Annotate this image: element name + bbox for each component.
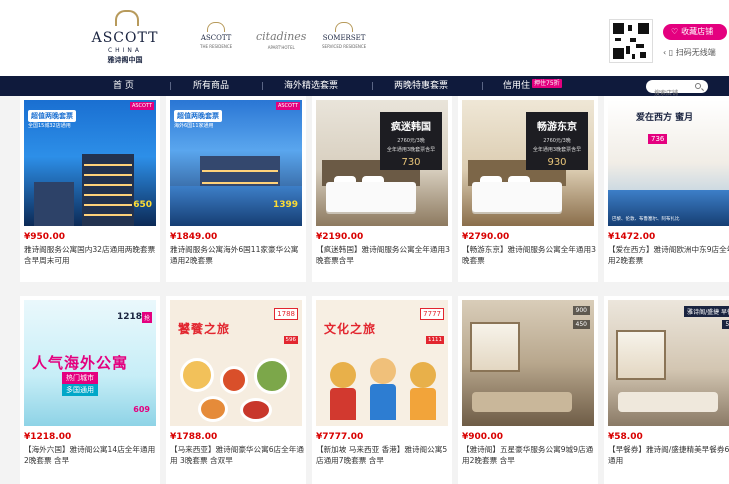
ascott-residence-logo: ASCOTT THE RESIDENCE — [200, 22, 232, 49]
nav-credit-stay[interactable]: 信用住 押住75折 — [503, 76, 562, 96]
product-image[interactable]: 畅游东京 2760元/3晚 全年通用3晚套票含早 930 — [462, 100, 594, 226]
phone-icon: ▯ — [668, 48, 674, 57]
product-card[interactable]: 7777 文化之旅 1111 ¥7777.00 【新加坡 马来西亚 香港】雅诗阁… — [312, 296, 452, 484]
product-image[interactable]: 1218 抢 人气海外公寓 热门城市 多国通用 609 — [24, 300, 156, 426]
product-card[interactable]: 疯迷韩国 2760元/3晚 全年通用3晚套票含早 730 ¥2190.00 【疯… — [312, 96, 452, 282]
product-image[interactable]: 爱在西方 蜜月 736 巴黎、伦敦、布鲁塞尔、阿布扎比 — [608, 100, 729, 226]
product-card[interactable]: 900 450 ¥900.00 【雅诗阁】五星豪华服务公寓9城9店通用2晚套票 … — [458, 296, 598, 484]
product-card[interactable]: 畅游东京 2760元/3晚 全年通用3晚套票含早 930 ¥2790.00 【畅… — [458, 96, 598, 282]
store-header: ASCOTT CHINA 雅诗阁中国 ASCOTT THE RESIDENCE … — [0, 0, 729, 76]
nav-divider — [170, 82, 171, 90]
product-title[interactable]: 雅诗阁服务公寓国内32店通用两晚套票 含早周末可用 — [24, 244, 158, 266]
promo-badge: 押住75折 — [532, 79, 562, 88]
product-price: ¥1472.00 — [608, 232, 656, 242]
product-price: ¥2790.00 — [462, 232, 510, 242]
product-image[interactable]: 1788 饕餮之旅 596 — [170, 300, 302, 426]
product-title[interactable]: 雅诗阁服务公寓海外6国11家豪华公寓通用2晚套票 — [170, 244, 304, 266]
product-price: ¥1849.00 — [170, 232, 218, 242]
nav-divider — [262, 82, 263, 90]
store-nav-bar: 首 页 所有商品 海外精选套票 两晚特惠套票 信用住 押住75折 — [0, 76, 729, 100]
nav-home[interactable]: 首 页 — [113, 76, 134, 96]
brand-name: ASCOTT — [91, 30, 159, 46]
somerset-logo: SOMERSET SERVICED RESIDENCE — [322, 22, 366, 49]
product-card[interactable]: ASCOTT 超值两晚套票 海外6国11家通用 1399 ¥1849.00 雅诗… — [166, 96, 306, 282]
product-price: ¥1788.00 — [170, 432, 218, 442]
product-card[interactable]: 1218 抢 人气海外公寓 热门城市 多国通用 609 ¥1218.00 【海外… — [20, 296, 160, 484]
product-price: ¥2190.00 — [316, 232, 364, 242]
product-title[interactable]: 【疯迷韩国】雅诗阁服务公寓全年通用3晚套票含早 — [316, 244, 450, 266]
product-image[interactable]: 疯迷韩国 2760元/3晚 全年通用3晚套票含早 730 — [316, 100, 448, 226]
scan-mobile-link[interactable]: ‹ ▯ 扫码无线端 — [663, 47, 716, 58]
product-price: ¥1218.00 — [24, 432, 72, 442]
crown-icon — [335, 22, 354, 32]
store-search[interactable] — [646, 80, 708, 100]
product-price: ¥900.00 — [462, 432, 503, 442]
product-title[interactable]: 【马来西亚】雅诗阁豪华公寓6店全年通用 3晚套票 含双早 — [170, 444, 304, 466]
product-price: ¥58.00 — [608, 432, 643, 442]
brand-sub-en: CHINA — [107, 47, 143, 54]
crown-icon — [207, 22, 226, 32]
product-image[interactable]: 雅诗阁/盛捷 早餐 58 — [608, 300, 729, 426]
nav-overseas-packages[interactable]: 海外精选套票 — [284, 76, 338, 96]
heart-icon: ♡ — [671, 27, 679, 36]
nav-divider — [482, 82, 483, 90]
product-title[interactable]: 【早餐券】雅诗阁/盛捷精美早餐券6店通用 — [608, 444, 729, 466]
nav-two-night-deals[interactable]: 两晚特惠套票 — [394, 76, 448, 96]
product-price: ¥7777.00 — [316, 432, 364, 442]
product-card[interactable]: 雅诗阁/盛捷 早餐 58 ¥58.00 【早餐券】雅诗阁/盛捷精美早餐券6店通用 — [604, 296, 729, 484]
favorite-store-button[interactable]: ♡ 收藏店铺 — [663, 24, 727, 40]
search-icon[interactable] — [695, 83, 701, 89]
citadines-logo: citadines APART'HOTEL — [256, 30, 307, 50]
brand-sub-cn: 雅诗阁中国 — [107, 56, 143, 64]
product-image[interactable]: ASCOTT 超值两晚套票 海外6国11家通用 1399 — [170, 100, 302, 226]
product-image[interactable]: ASCOTT 超值两晚套票 全国15城32店通用 650 — [24, 100, 156, 226]
product-title[interactable]: 【爱在西方】雅诗阁欧洲中东9店全年通用2晚套票 — [608, 244, 729, 266]
product-image[interactable]: 7777 文化之旅 1111 — [316, 300, 448, 426]
nav-all-products[interactable]: 所有商品 — [193, 76, 229, 96]
product-title[interactable]: 【海外六国】雅诗阁公寓14店全年通用 2晚套票 含早 — [24, 444, 158, 466]
crown-icon — [107, 8, 143, 26]
product-image[interactable]: 900 450 — [462, 300, 594, 426]
qr-code — [609, 19, 653, 63]
product-card[interactable]: 1788 饕餮之旅 596 ¥1788.00 【马来西亚】雅诗阁豪华公寓6店全年… — [166, 296, 306, 484]
product-title[interactable]: 【畅游东京】雅诗阁服务公寓全年通用3晚套票 — [462, 244, 596, 266]
nav-divider — [372, 82, 373, 90]
product-price: ¥950.00 — [24, 232, 65, 242]
chevron-left-icon: ‹ — [663, 48, 667, 57]
product-grid: ASCOTT 超值两晚套票 全国15城32店通用 650 ¥950.00 雅诗阁… — [0, 96, 729, 484]
product-card[interactable]: ASCOTT 超值两晚套票 全国15城32店通用 650 ¥950.00 雅诗阁… — [20, 96, 160, 282]
ascott-china-logo[interactable]: ASCOTT CHINA 雅诗阁中国 — [90, 8, 160, 70]
product-title[interactable]: 【新加坡 马来西亚 香港】雅诗阁公寓5店通用7晚套票 含早 — [316, 444, 450, 466]
product-title[interactable]: 【雅诗阁】五星豪华服务公寓9城9店通用2晚套票 含早 — [462, 444, 596, 466]
product-card[interactable]: 爱在西方 蜜月 736 巴黎、伦敦、布鲁塞尔、阿布扎比 ¥1472.00 【爱在… — [604, 96, 729, 282]
